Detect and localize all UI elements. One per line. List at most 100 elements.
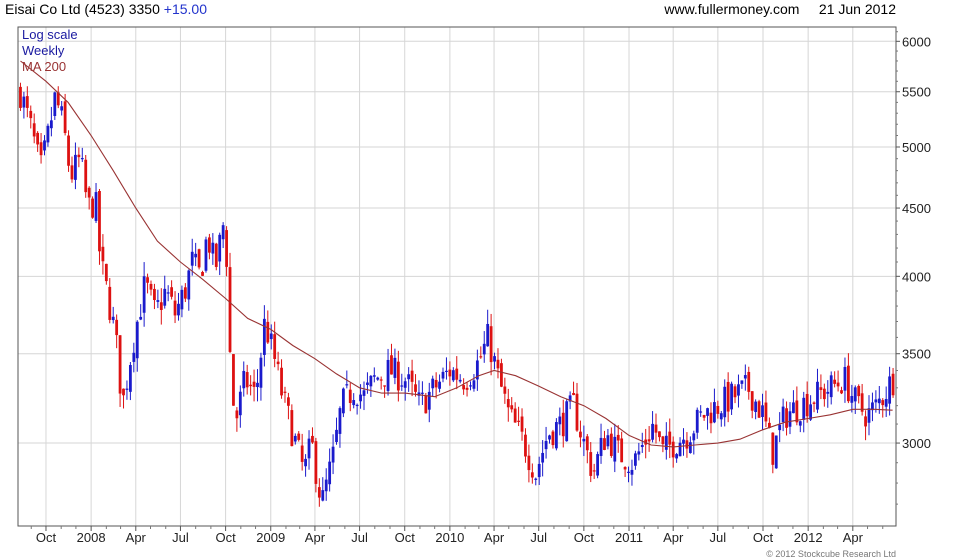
candle-body	[812, 402, 816, 404]
candle-body	[403, 381, 407, 388]
legend-log-scale: Log scale	[22, 27, 78, 42]
candle-body	[304, 458, 307, 467]
candle-body	[616, 434, 620, 441]
candle-body	[396, 361, 400, 391]
candle-body	[352, 400, 356, 406]
candle-body	[623, 467, 627, 470]
candle-body	[561, 412, 565, 437]
candle-body	[661, 436, 665, 445]
candle-body	[757, 401, 761, 418]
x-tick-label: Apr	[305, 530, 326, 545]
candle-body	[829, 375, 833, 398]
candle-body	[238, 391, 242, 416]
x-tick-label: Oct	[753, 530, 774, 545]
candle-body	[293, 435, 297, 442]
candle-body	[132, 352, 136, 362]
candle-body	[833, 379, 837, 384]
candle-body	[609, 433, 613, 456]
candle-body	[613, 436, 617, 462]
candle-body	[599, 437, 603, 456]
candle-body	[338, 408, 342, 434]
candle-body	[881, 400, 885, 406]
candle-body	[225, 230, 228, 267]
candle-body	[84, 159, 88, 193]
candle-body	[448, 369, 452, 377]
candle-body	[201, 271, 204, 276]
candle-body	[668, 431, 672, 445]
candle-body	[135, 321, 139, 359]
candle-body	[331, 446, 335, 463]
candle-body	[424, 395, 428, 414]
candle-body	[204, 239, 208, 271]
candle-body	[575, 393, 579, 431]
candle-body	[548, 435, 551, 440]
candle-body	[249, 384, 253, 387]
candle-body	[441, 371, 445, 379]
candle-body	[620, 438, 624, 463]
candle-body	[87, 187, 91, 198]
x-tick-label: Apr	[126, 530, 147, 545]
candle-body	[146, 277, 149, 283]
candle-body	[778, 424, 782, 431]
candle-body	[867, 408, 871, 423]
copyright-note: © 2012 Stockcube Research Ltd	[766, 549, 896, 559]
candle-body	[32, 123, 36, 137]
candle-body	[888, 376, 892, 404]
candle-body	[159, 302, 163, 310]
candle-body	[400, 385, 404, 387]
candle-body	[630, 469, 634, 475]
candle-body	[596, 454, 600, 476]
candle-body	[262, 318, 266, 355]
candle-body	[218, 234, 222, 262]
candle-body	[67, 135, 70, 166]
candle-body	[345, 384, 349, 386]
candle-body	[678, 442, 682, 457]
candle-body	[585, 436, 589, 451]
x-tick-label: Jul	[530, 530, 547, 545]
candle-body	[328, 461, 332, 485]
candle-body	[22, 96, 26, 108]
candle-body	[472, 380, 476, 389]
candle-body	[737, 384, 740, 396]
candle-body	[348, 389, 352, 404]
candle-body	[451, 370, 455, 381]
y-tick-label: 3500	[902, 347, 931, 362]
candle-body	[242, 370, 246, 389]
candle-body	[49, 120, 53, 129]
candle-body	[551, 431, 555, 446]
candle-body	[163, 288, 167, 306]
candle-body	[149, 283, 153, 290]
candle-body	[221, 225, 225, 240]
candle-body	[53, 92, 57, 116]
candle-body	[654, 424, 658, 433]
candle-body	[355, 404, 359, 407]
candle-body	[558, 416, 562, 425]
candle-body	[101, 246, 105, 262]
candle-body	[252, 381, 256, 387]
candle-body	[627, 471, 630, 473]
candle-body	[544, 440, 548, 450]
candle-body	[297, 433, 301, 440]
candle-body	[77, 154, 81, 158]
candle-body	[716, 405, 720, 414]
candle-body	[379, 379, 383, 381]
candle-body	[891, 373, 895, 396]
candle-body	[647, 439, 651, 442]
candle-body	[517, 420, 520, 422]
candle-body	[747, 371, 751, 392]
candle-body	[431, 378, 435, 389]
candle-body	[479, 356, 483, 358]
y-tick-label: 6000	[902, 34, 931, 49]
candle-body	[25, 96, 29, 108]
x-tick-label: 2011	[615, 530, 643, 545]
candle-body	[884, 398, 888, 407]
y-tick-label: 4500	[902, 201, 931, 216]
candle-body	[857, 385, 861, 397]
candle-body	[554, 422, 558, 449]
candle-body	[300, 445, 304, 462]
candle-body	[170, 287, 174, 297]
candle-body	[524, 434, 527, 457]
y-tick-label: 3000	[902, 436, 931, 451]
candle-body	[393, 357, 397, 378]
candle-body	[187, 270, 191, 300]
